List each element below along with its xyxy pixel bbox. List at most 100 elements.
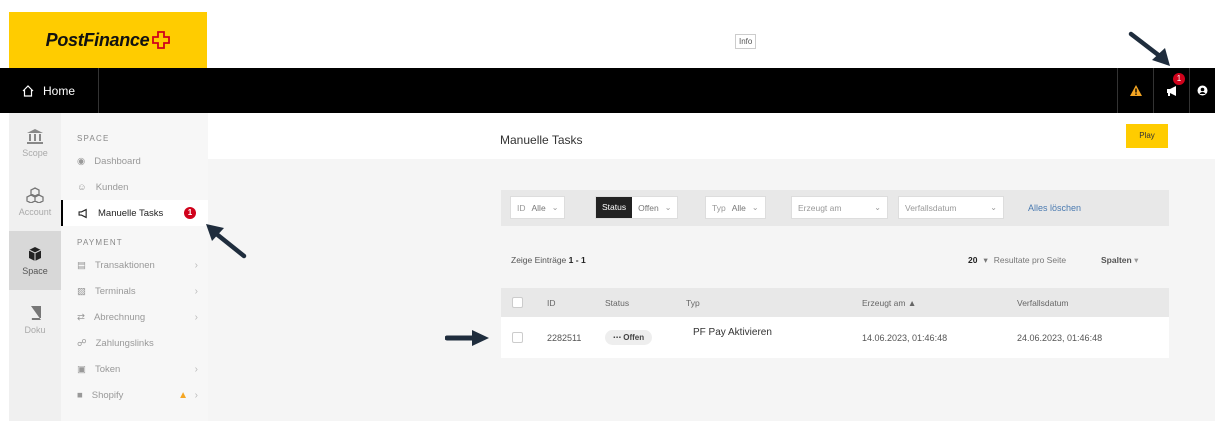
filter-value: Offen xyxy=(638,202,659,213)
sidebar-item-manuelle-tasks[interactable]: Manuelle Tasks 1 xyxy=(61,200,208,226)
sidebar-item-kunden[interactable]: ☺ Kunden xyxy=(61,174,208,200)
columns-label: Spalten xyxy=(1101,255,1132,265)
info-button[interactable]: Info xyxy=(735,34,757,49)
filter-value: Alle xyxy=(531,202,546,213)
warning-icon xyxy=(1129,85,1142,96)
megaphone-icon xyxy=(1166,85,1176,96)
filter-due-date[interactable]: Verfallsdatum ⌄ xyxy=(898,196,1004,219)
caret-down-icon: ▾ xyxy=(983,255,988,265)
per-page-label: Resultate pro Seite xyxy=(993,255,1067,265)
navbar-icons: 1 xyxy=(1117,68,1215,113)
user-menu-button[interactable] xyxy=(1189,68,1215,113)
count-value: 1 - 1 xyxy=(568,255,586,265)
rail-item-doku[interactable]: Doku xyxy=(9,290,61,349)
filter-typ[interactable]: Typ Alle ⌄ xyxy=(705,196,766,219)
select-all-cell xyxy=(512,288,523,317)
rail-label: Account xyxy=(18,206,52,217)
bank-icon xyxy=(27,128,43,144)
select-all-checkbox[interactable] xyxy=(512,297,523,308)
sidebar-item-abrechnung[interactable]: ⇄ Abrechnung › xyxy=(61,304,208,330)
filter-created[interactable]: Erzeugt am ⌄ xyxy=(791,196,888,219)
sidebar-item-token[interactable]: ▣ Token › xyxy=(61,356,208,382)
filter-label: Erzeugt am xyxy=(798,202,842,213)
sidebar-item-label: Token xyxy=(94,363,121,375)
chevron-down-icon: ⌄ xyxy=(751,203,759,212)
table-row[interactable]: 2282511 ⋯ Offen PF Pay Aktivieren 14.06.… xyxy=(501,317,1169,358)
row-select-cell xyxy=(512,317,523,358)
rail-item-account[interactable]: Account xyxy=(9,172,61,231)
link-icon: ☍ xyxy=(77,337,87,349)
chevron-right-icon: › xyxy=(194,285,198,297)
annotation-arrow-icon xyxy=(206,224,247,259)
cubes-icon xyxy=(26,186,44,203)
per-page-select[interactable]: 20 ▾ Resultate pro Seite xyxy=(968,255,1066,266)
home-icon xyxy=(22,84,34,97)
sidebar-item-dashboard[interactable]: ◉ Dashboard xyxy=(61,148,208,174)
rail-label: Scope xyxy=(22,147,48,158)
chevron-down-icon: ⌄ xyxy=(990,203,997,212)
column-header-due-date[interactable]: Verfallsdatum xyxy=(1017,288,1069,317)
sidebar-item-terminals[interactable]: ▧ Terminals › xyxy=(61,278,208,304)
section-title-space: SPACE xyxy=(77,134,110,143)
shopping-bag-icon: ■ xyxy=(77,389,83,401)
sidebar-item-label: Transaktionen xyxy=(94,259,155,271)
clear-filters-link[interactable]: Alles löschen xyxy=(1028,203,1081,213)
credit-card-icon: ▤ xyxy=(77,259,86,271)
chevron-down-icon: ⌄ xyxy=(551,203,559,212)
sidebar: SPACE ◉ Dashboard ☺ Kunden Manuelle Task… xyxy=(61,113,208,421)
column-header-id[interactable]: ID xyxy=(547,288,556,317)
sidebar-item-shopify[interactable]: ■ Shopify ▲ › xyxy=(61,382,208,408)
sidebar-item-transaktionen[interactable]: ▤ Transaktionen › xyxy=(61,252,208,278)
filter-label: Status xyxy=(596,197,633,218)
rail-item-scope[interactable]: Scope xyxy=(9,113,61,172)
terminal-icon: ▧ xyxy=(77,285,86,297)
user-globe-icon xyxy=(1197,85,1208,96)
cell-due-date: 24.06.2023, 01:46:48 xyxy=(1017,332,1103,343)
play-button[interactable]: Play xyxy=(1126,124,1168,148)
sidebar-item-label: Shopify xyxy=(91,389,124,401)
filter-status[interactable]: Status Offen ⌄ xyxy=(595,196,679,219)
sidebar-item-label: Zahlungslinks xyxy=(95,337,154,349)
sidebar-item-label: Terminals xyxy=(94,285,136,297)
sidebar-item-zahlungslinks[interactable]: ☍ Zahlungslinks xyxy=(61,330,208,356)
dashboard-icon: ◉ xyxy=(77,155,86,167)
chevron-down-icon: ⌄ xyxy=(874,203,881,212)
columns-button[interactable]: Spalten ▾ xyxy=(1101,255,1138,266)
rail-label: Doku xyxy=(24,324,46,335)
token-icon: ▣ xyxy=(77,363,86,375)
status-badge: ⋯ Offen xyxy=(605,330,653,345)
postfinance-logo[interactable]: PostFinance xyxy=(9,12,207,68)
page-title: Manuelle Tasks xyxy=(500,133,583,147)
sidebar-item-label: Dashboard xyxy=(94,155,141,167)
rail-label: Space xyxy=(22,265,48,276)
warning-icon: ▲ xyxy=(178,389,188,401)
filter-label: Verfallsdatum xyxy=(905,202,957,213)
cell-typ[interactable]: PF Pay Aktivieren xyxy=(693,317,772,358)
caret-down-icon: ▾ xyxy=(1134,255,1139,265)
users-icon: ☺ xyxy=(77,181,87,193)
filter-id[interactable]: ID Alle ⌄ xyxy=(510,196,566,219)
filter-value: Alle xyxy=(731,202,746,213)
filter-label: ID xyxy=(517,202,526,213)
logo-text: PostFinance xyxy=(45,29,150,50)
rail-item-space[interactable]: Space xyxy=(9,231,61,290)
annotation-arrow-icon xyxy=(1128,31,1170,66)
entries-count: Zeige Einträge 1 - 1 xyxy=(511,255,586,265)
filter-bar: ID Alle ⌄ Status Offen ⌄ Typ Alle ⌄ Erze… xyxy=(501,190,1169,226)
book-icon xyxy=(31,305,41,320)
annotation-arrow-icon xyxy=(445,330,489,346)
content-header: Manuelle Tasks Play xyxy=(208,113,1215,159)
column-header-status[interactable]: Status xyxy=(605,288,629,317)
notifications-button[interactable]: 1 xyxy=(1153,68,1189,113)
per-page-value: 20 xyxy=(968,255,978,265)
warning-button[interactable] xyxy=(1117,68,1153,113)
swiss-cross-icon xyxy=(152,31,171,49)
main-navbar: Home 1 xyxy=(0,68,1215,113)
megaphone-icon xyxy=(78,208,87,218)
chevron-right-icon: › xyxy=(194,389,198,401)
column-header-created[interactable]: Erzeugt am ▲ xyxy=(862,288,916,317)
notification-badge: 1 xyxy=(1173,73,1185,85)
home-link[interactable]: Home xyxy=(9,68,99,113)
column-header-typ[interactable]: Typ xyxy=(686,288,700,317)
row-checkbox[interactable] xyxy=(512,332,523,343)
